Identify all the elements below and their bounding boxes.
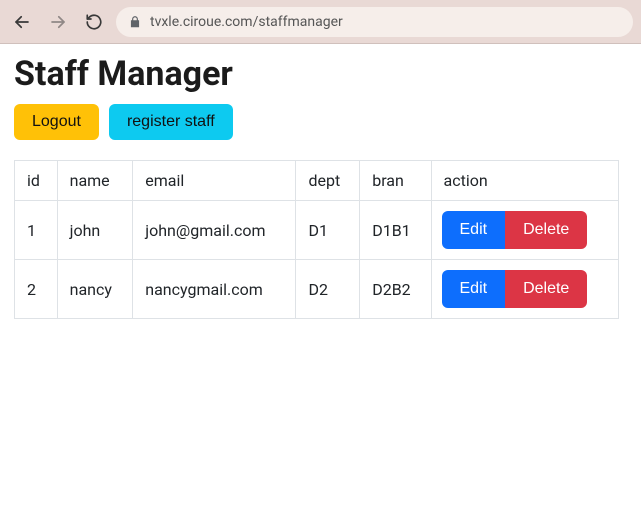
cell-email: nancygmail.com — [133, 260, 296, 319]
address-bar[interactable]: tvxle.ciroue.com/staffmanager — [116, 7, 633, 37]
col-bran: bran — [360, 161, 431, 201]
forward-button[interactable] — [44, 8, 72, 36]
table-row: 1 john john@gmail.com D1 D1B1 Edit Delet… — [15, 201, 619, 260]
cell-id: 1 — [15, 201, 58, 260]
delete-button[interactable]: Delete — [505, 270, 587, 308]
col-id: id — [15, 161, 58, 201]
logout-button[interactable]: Logout — [14, 104, 99, 140]
cell-name: john — [57, 201, 133, 260]
delete-button[interactable]: Delete — [505, 211, 587, 249]
reload-icon — [85, 13, 103, 31]
cell-name: nancy — [57, 260, 133, 319]
staff-table: id name email dept bran action 1 john jo… — [14, 160, 619, 319]
edit-button[interactable]: Edit — [442, 211, 506, 249]
browser-toolbar: tvxle.ciroue.com/staffmanager — [0, 0, 641, 44]
cell-id: 2 — [15, 260, 58, 319]
table-header-row: id name email dept bran action — [15, 161, 619, 201]
page-title: Staff Manager — [14, 54, 627, 94]
url-text: tvxle.ciroue.com/staffmanager — [150, 14, 343, 30]
register-staff-button[interactable]: register staff — [109, 104, 233, 140]
table-row: 2 nancy nancygmail.com D2 D2B2 Edit Dele… — [15, 260, 619, 319]
cell-bran: D2B2 — [360, 260, 431, 319]
action-buttons: Logout register staff — [14, 104, 627, 140]
col-action: action — [431, 161, 619, 201]
cell-action: Edit Delete — [431, 260, 619, 319]
reload-button[interactable] — [80, 8, 108, 36]
back-button[interactable] — [8, 8, 36, 36]
edit-button[interactable]: Edit — [442, 270, 506, 308]
arrow-left-icon — [13, 13, 31, 31]
lock-icon — [128, 15, 142, 29]
col-name: name — [57, 161, 133, 201]
cell-email: john@gmail.com — [133, 201, 296, 260]
cell-dept: D1 — [296, 201, 360, 260]
cell-action: Edit Delete — [431, 201, 619, 260]
arrow-right-icon — [49, 13, 67, 31]
col-dept: dept — [296, 161, 360, 201]
col-email: email — [133, 161, 296, 201]
cell-dept: D2 — [296, 260, 360, 319]
page-content: Staff Manager Logout register staff id n… — [0, 44, 641, 329]
cell-bran: D1B1 — [360, 201, 431, 260]
